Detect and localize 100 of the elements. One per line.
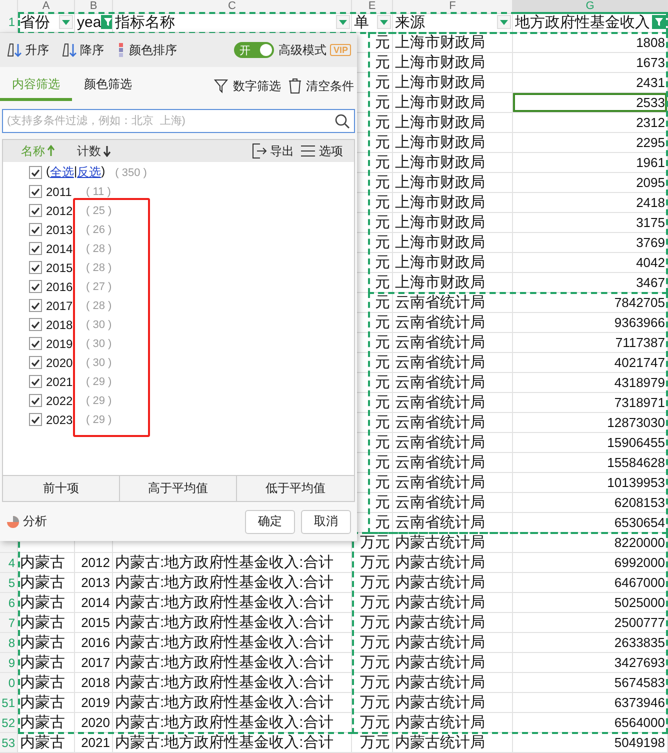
checkbox[interactable] bbox=[29, 204, 42, 217]
checkbox[interactable] bbox=[29, 185, 42, 198]
table-cell: 2019 bbox=[75, 693, 113, 713]
dropdown-icon[interactable] bbox=[59, 15, 73, 29]
row-number[interactable]: 0 bbox=[0, 673, 18, 693]
table-cell: 内蒙古:地方政府性基金收入:合计 bbox=[113, 633, 352, 653]
table-cell: 内蒙古 bbox=[18, 673, 75, 693]
table-cell: 万元 bbox=[352, 653, 393, 673]
table-cell: 内蒙古:地方政府性基金收入:合计 bbox=[113, 693, 352, 713]
table-cell: 内蒙古 bbox=[18, 553, 75, 573]
quick-filter-button[interactable]: 低于平均值 bbox=[237, 476, 354, 501]
item-count: ( 28 ) bbox=[86, 262, 112, 274]
table-cell: 1961 bbox=[513, 153, 668, 173]
item-count: ( 29 ) bbox=[86, 394, 112, 406]
checkbox[interactable] bbox=[29, 394, 42, 407]
checkbox[interactable] bbox=[29, 375, 42, 388]
table-cell: 内蒙古统计局 bbox=[393, 733, 513, 753]
table-cell: 2533 bbox=[513, 93, 668, 113]
table-cell: 1673 bbox=[513, 53, 668, 73]
filter-active-icon[interactable] bbox=[101, 15, 112, 29]
item-count: ( 30 ) bbox=[86, 318, 112, 330]
table-cell: 内蒙古统计局 bbox=[393, 613, 513, 633]
table-cell: 2418 bbox=[513, 193, 668, 213]
bracket-text: ( bbox=[46, 164, 50, 180]
table-cell: 内蒙古:地方政府性基金收入:合计 bbox=[113, 673, 352, 693]
dropdown-icon[interactable] bbox=[336, 15, 350, 29]
quick-filter-button[interactable]: 前十项 bbox=[3, 476, 120, 501]
checkbox[interactable] bbox=[29, 413, 42, 426]
tab[interactable]: 内容筛选 bbox=[0, 71, 72, 101]
list-action-button[interactable]: 导出 bbox=[248, 142, 297, 160]
table-cell: 上海市财政局 bbox=[393, 213, 513, 233]
row-number[interactable]: 53 bbox=[0, 733, 18, 753]
table-cell: 万元 bbox=[352, 733, 393, 753]
table-cell: 6467000 bbox=[513, 573, 668, 593]
toggle-switch[interactable]: 开 bbox=[234, 42, 274, 58]
dialog-button[interactable]: 取消 bbox=[301, 510, 351, 534]
table-cell: 万元 bbox=[352, 593, 393, 613]
checkbox[interactable] bbox=[29, 318, 42, 331]
row-number[interactable]: 5 bbox=[0, 573, 18, 593]
table-cell: 云南省统计局 bbox=[393, 453, 513, 473]
row-number[interactable]: 1 bbox=[0, 12, 18, 33]
dropdown-icon[interactable] bbox=[497, 15, 511, 29]
list-action-button[interactable]: 选项 bbox=[297, 142, 346, 160]
sort-button[interactable]: 升序 bbox=[6, 42, 49, 58]
table-cell: 内蒙古 bbox=[18, 693, 75, 713]
checkbox[interactable] bbox=[29, 261, 42, 274]
dropdown-icon[interactable] bbox=[377, 15, 391, 29]
table-cell: 内蒙古 bbox=[18, 633, 75, 653]
header-text: 地方政府性基金收入 bbox=[515, 12, 650, 32]
column-letter[interactable]: C bbox=[113, 0, 352, 14]
table-cell: 3175 bbox=[513, 213, 668, 233]
header-text: 单 bbox=[354, 12, 369, 32]
item-count: ( 29 ) bbox=[86, 414, 112, 426]
checkbox[interactable] bbox=[29, 280, 42, 293]
table-cell: 上海市财政局 bbox=[393, 93, 513, 113]
row-number[interactable]: 6 bbox=[0, 593, 18, 613]
row-number[interactable]: 4 bbox=[0, 553, 18, 573]
row-number[interactable]: 7 bbox=[0, 613, 18, 633]
table-cell: 5674583 bbox=[513, 673, 668, 693]
checkbox[interactable] bbox=[29, 356, 42, 369]
column-letter[interactable]: A bbox=[18, 0, 75, 14]
quick-filter-button[interactable]: 高于平均值 bbox=[120, 476, 237, 501]
funnel-icon bbox=[214, 78, 230, 94]
table-cell: 6373946 bbox=[513, 693, 668, 713]
table-cell: 2633835 bbox=[513, 633, 668, 653]
table-cell: 内蒙古统计局 bbox=[393, 573, 513, 593]
search-field[interactable]: (支持多条件过滤，例如：北京 上海) bbox=[2, 109, 355, 133]
checkbox[interactable] bbox=[29, 223, 42, 236]
row-number[interactable]: 51 bbox=[0, 693, 18, 713]
sort-header[interactable]: 计数 bbox=[77, 142, 111, 160]
item-label: 2021 bbox=[46, 374, 74, 388]
sort-button[interactable]: 降序 bbox=[61, 42, 104, 58]
table-cell: 上海市财政局 bbox=[393, 233, 513, 253]
pie-chart-icon bbox=[6, 514, 20, 528]
item-label: 2018 bbox=[46, 318, 74, 332]
tab[interactable]: 颜色筛选 bbox=[72, 71, 144, 101]
action-button[interactable]: 数字筛选 bbox=[211, 78, 284, 94]
column-letter[interactable]: F bbox=[393, 0, 513, 14]
checkbox[interactable] bbox=[29, 299, 42, 312]
checkbox[interactable] bbox=[29, 166, 42, 179]
checkbox[interactable] bbox=[29, 337, 42, 350]
column-letter[interactable]: B bbox=[75, 0, 113, 14]
sort-header[interactable]: 名称 bbox=[21, 142, 55, 160]
row-number[interactable]: 52 bbox=[0, 713, 18, 733]
dialog-button[interactable]: 确定 bbox=[245, 510, 295, 534]
analysis-button[interactable]: 分析 bbox=[6, 513, 47, 530]
column-letter[interactable]: E bbox=[352, 0, 393, 14]
table-cell: 上海市财政局 bbox=[393, 33, 513, 53]
table-cell: 内蒙古:地方政府性基金收入:合计 bbox=[113, 553, 352, 573]
sort-button[interactable]: 颜色排序 bbox=[116, 42, 177, 58]
table-cell: 内蒙古:地方政府性基金收入:合计 bbox=[113, 653, 352, 673]
table-cell: 万元 bbox=[352, 673, 393, 693]
checkbox[interactable] bbox=[29, 242, 42, 255]
row-number[interactable]: 8 bbox=[0, 633, 18, 653]
invert-selection-link[interactable]: 反选 bbox=[77, 164, 102, 181]
select-all-link[interactable]: 全选 bbox=[50, 164, 74, 181]
row-number[interactable]: 9 bbox=[0, 653, 18, 673]
table-cell: 万元 bbox=[352, 613, 393, 633]
table-cell: 上海市财政局 bbox=[393, 173, 513, 193]
filter-active-icon[interactable] bbox=[652, 15, 666, 29]
